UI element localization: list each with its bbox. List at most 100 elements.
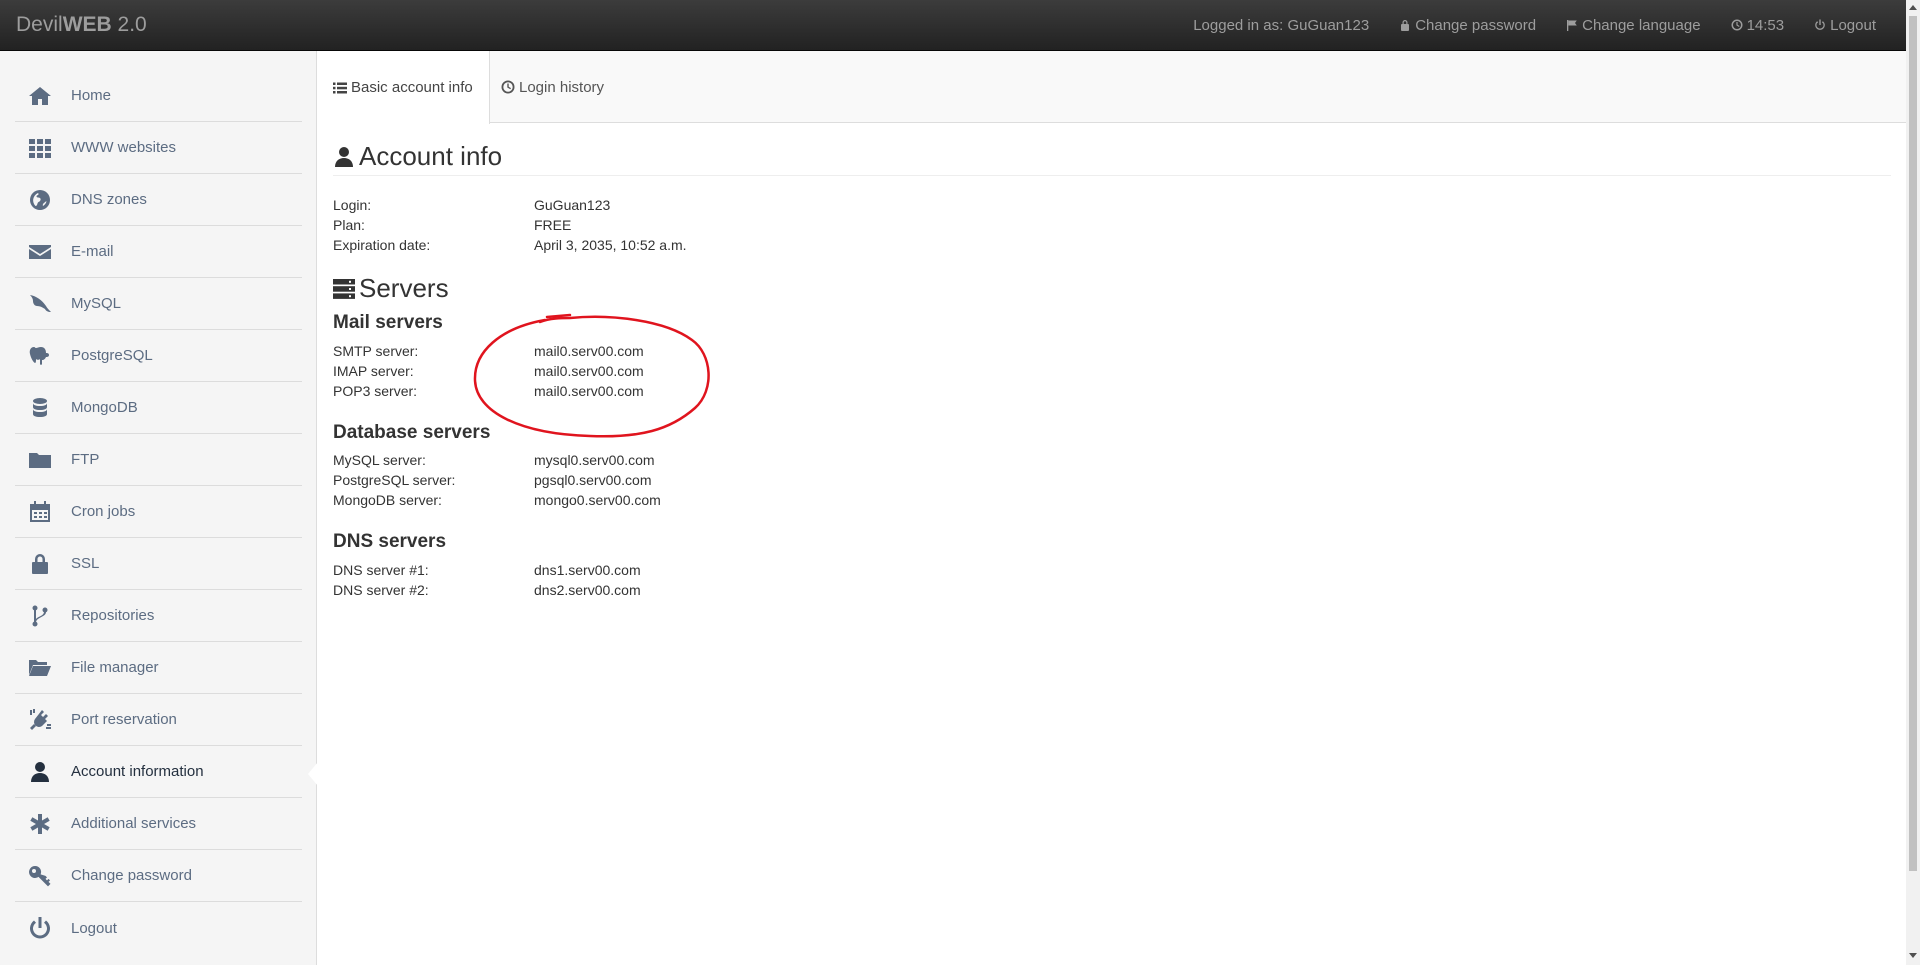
user-icon: [335, 146, 353, 167]
sidebar-item-label: SSL: [71, 555, 100, 572]
active-item-pointer: [308, 762, 318, 786]
pgsql-label: PostgreSQL server:: [333, 472, 456, 488]
key-icon: [27, 863, 53, 889]
plan-value: FREE: [534, 217, 572, 233]
server-icon: [333, 278, 355, 299]
calendar-icon: [27, 499, 53, 525]
login-label: Login:: [333, 197, 372, 213]
sidebar-item-www-websites[interactable]: WWW websites: [15, 122, 302, 174]
globe-icon: [27, 187, 53, 213]
sidebar-item-label: WWW websites: [71, 139, 176, 156]
mysql-value: mysql0.serv00.com: [534, 452, 655, 468]
flag-icon: [1567, 20, 1577, 31]
sidebar-item-e-mail[interactable]: E-mail: [15, 226, 302, 278]
sidebar-item-mongodb[interactable]: MongoDB: [15, 382, 302, 434]
heading-divider: [333, 175, 1891, 176]
grid-icon: [27, 135, 53, 161]
sidebar-item-home[interactable]: Home: [15, 70, 302, 122]
sidebar-item-label: DNS zones: [71, 191, 147, 208]
tab-bar: Basic account info Login history: [317, 51, 1906, 124]
sidebar-item-label: FTP: [71, 451, 100, 468]
expiration-label: Expiration date:: [333, 237, 431, 253]
lock-icon: [27, 551, 53, 577]
sidebar-item-port-reservation[interactable]: Port reservation: [15, 694, 302, 746]
logout-link[interactable]: Logout: [1814, 17, 1876, 34]
tab-login-history[interactable]: Login history: [485, 51, 620, 123]
sidebar-item-label: MySQL: [71, 295, 122, 312]
pgsql-value: pgsql0.serv00.com: [534, 472, 652, 488]
imap-label: IMAP server:: [333, 363, 414, 379]
account-info-heading: Account info: [333, 141, 502, 172]
login-value: GuGuan123: [534, 197, 611, 213]
sidebar-item-logout[interactable]: Logout: [15, 902, 302, 954]
dns1-label: DNS server #1:: [333, 562, 429, 578]
sidebar-item-label: Change password: [71, 867, 192, 884]
folder-open-icon: [27, 655, 53, 681]
envelope-icon: [27, 239, 53, 265]
user-icon: [27, 759, 53, 785]
mongo-label: MongoDB server:: [333, 492, 442, 508]
sidebar-item-label: Account information: [71, 763, 204, 780]
tab-basic-account-info[interactable]: Basic account info: [317, 51, 490, 124]
red-annotation-circle: [473, 313, 710, 438]
sidebar-item-label: Logout: [71, 919, 117, 937]
database-servers-heading: Database servers: [333, 422, 491, 443]
sidebar-item-label: Repositories: [71, 607, 155, 624]
sidebar-item-mysql[interactable]: MySQL: [15, 278, 302, 330]
sidebar-item-account-information[interactable]: Account information: [15, 746, 302, 798]
lock-icon: [1401, 20, 1410, 31]
sidebar-item-ssl[interactable]: SSL: [15, 538, 302, 590]
sidebar-item-postgresql[interactable]: PostgreSQL: [15, 330, 302, 382]
mail-servers-heading: Mail servers: [333, 312, 443, 333]
folder-icon: [27, 447, 53, 473]
sidebar-item-ftp[interactable]: FTP: [15, 434, 302, 486]
expiration-value: April 3, 2035, 10:52 a.m.: [534, 237, 687, 253]
plug-icon: [27, 707, 53, 733]
power-icon: [1815, 19, 1825, 30]
sidebar-item-label: MongoDB: [71, 399, 138, 416]
asterisk-icon: [27, 811, 53, 837]
clock-icon: [501, 80, 515, 94]
database-icon: [27, 395, 53, 421]
sidebar-item-cron-jobs[interactable]: Cron jobs: [15, 486, 302, 538]
scrollbar-thumb[interactable]: [1909, 16, 1917, 871]
sidebar-item-dns-zones[interactable]: DNS zones: [15, 174, 302, 226]
sidebar-item-label: Home: [71, 87, 112, 104]
sidebar-item-label: File manager: [71, 659, 159, 676]
servers-heading: Servers: [333, 273, 449, 304]
dns2-label: DNS server #2:: [333, 582, 429, 598]
sidebar-item-change-password[interactable]: Change password: [15, 850, 302, 902]
sidebar-item-label: Additional services: [71, 815, 197, 832]
change-language-link[interactable]: Change language: [1566, 17, 1701, 34]
sidebar: Home WWW websites DNS zones E-mail MySQL…: [0, 51, 317, 965]
dns-servers-heading: DNS servers: [333, 531, 447, 552]
brand-logo[interactable]: DevilWEB 2.0: [16, 13, 147, 37]
sidebar-item-label: E-mail: [71, 243, 114, 260]
dns1-value: dns1.serv00.com: [534, 562, 641, 578]
clock: 14:53: [1731, 17, 1784, 34]
sidebar-item-label: Cron jobs: [71, 503, 136, 520]
scroll-up-arrow-icon[interactable]: [1909, 5, 1917, 10]
dolphin-icon: [27, 291, 53, 317]
elephant-icon: [27, 343, 53, 369]
pop3-label: POP3 server:: [333, 383, 418, 399]
list-icon: [333, 82, 347, 93]
mysql-label: MySQL server:: [333, 452, 426, 468]
plan-label: Plan:: [333, 217, 365, 233]
clock-icon: [1731, 19, 1743, 31]
sidebar-item-file-manager[interactable]: File manager: [15, 642, 302, 694]
vertical-scrollbar[interactable]: [1906, 0, 1920, 965]
mongo-value: mongo0.serv00.com: [534, 492, 661, 508]
logged-in-label: Logged in as: GuGuan123: [1193, 16, 1370, 34]
change-password-link[interactable]: Change password: [1399, 17, 1536, 34]
sidebar-item-label: PostgreSQL: [71, 347, 153, 364]
branch-icon: [27, 603, 53, 629]
scroll-down-arrow-icon[interactable]: [1909, 953, 1917, 958]
smtp-label: SMTP server:: [333, 343, 419, 359]
power-icon: [27, 915, 53, 941]
sidebar-item-repositories[interactable]: Repositories: [15, 590, 302, 642]
sidebar-item-label: Port reservation: [71, 711, 177, 728]
top-navbar: DevilWEB 2.0 Logged in as: GuGuan123 Cha…: [0, 0, 1906, 51]
dns2-value: dns2.serv00.com: [534, 582, 641, 598]
sidebar-item-additional-services[interactable]: Additional services: [15, 798, 302, 850]
